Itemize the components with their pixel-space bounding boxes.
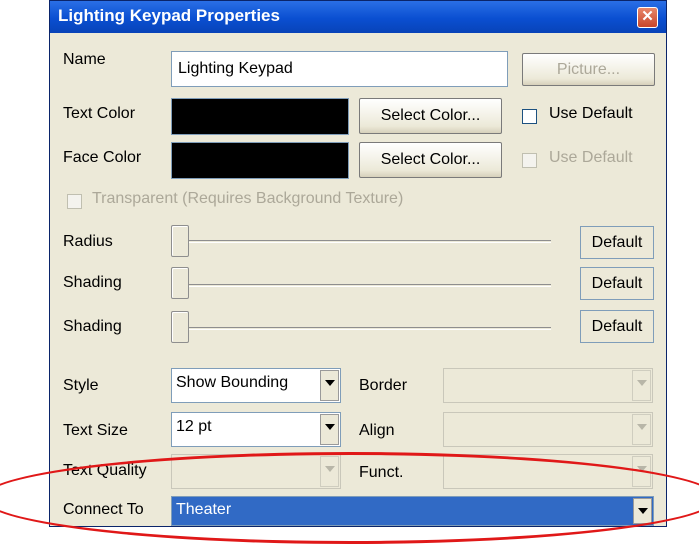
chevron-down-icon[interactable] <box>633 498 652 524</box>
shading-slider-thumb[interactable] <box>171 267 189 299</box>
style-dropdown-value: Show Bounding <box>176 374 289 391</box>
shading-label: Shading <box>63 274 122 291</box>
text-size-label: Text Size <box>63 422 128 439</box>
shading-2-slider-track[interactable] <box>179 327 551 330</box>
name-label: Name <box>63 51 106 68</box>
face-color-swatch <box>171 142 349 179</box>
style-label: Style <box>63 377 99 394</box>
text-color-use-default-label: Use Default <box>549 105 633 122</box>
text-color-swatch <box>171 98 349 135</box>
radius-slider-track[interactable] <box>179 240 551 243</box>
name-input[interactable]: Lighting Keypad <box>171 51 508 87</box>
face-color-label: Face Color <box>63 149 142 166</box>
face-color-select-button[interactable]: Select Color... <box>359 142 502 178</box>
border-label: Border <box>359 377 408 394</box>
close-icon[interactable]: ✕ <box>637 7 658 28</box>
title-bar[interactable]: Lighting Keypad Properties ✕ <box>50 1 666 33</box>
chevron-down-icon[interactable] <box>320 414 339 445</box>
connect-to-label: Connect To <box>63 501 144 518</box>
shading-2-label: Shading <box>63 318 122 335</box>
shading-2-slider-thumb[interactable] <box>171 311 189 343</box>
border-dropdown[interactable] <box>443 368 653 403</box>
chevron-down-icon[interactable] <box>632 370 651 401</box>
shading-slider-track[interactable] <box>179 284 551 287</box>
transparent-label: Transparent (Requires Background Texture… <box>92 190 404 207</box>
shading-default-button[interactable]: Default <box>580 267 654 300</box>
text-quality-label: Text Quality <box>63 462 147 479</box>
align-label: Align <box>359 422 395 439</box>
connect-to-dropdown[interactable]: Theater <box>171 496 654 526</box>
text-color-use-default-checkbox[interactable] <box>522 109 537 124</box>
chevron-down-icon[interactable] <box>632 414 651 445</box>
shading-2-default-button[interactable]: Default <box>580 310 654 343</box>
text-size-dropdown[interactable]: 12 pt <box>171 412 341 447</box>
transparent-checkbox[interactable] <box>67 194 82 209</box>
text-size-dropdown-value: 12 pt <box>176 418 212 435</box>
align-dropdown[interactable] <box>443 412 653 447</box>
text-color-select-button[interactable]: Select Color... <box>359 98 502 134</box>
funct-label: Funct. <box>359 464 404 481</box>
dialog-title: Lighting Keypad Properties <box>58 6 280 25</box>
text-quality-dropdown[interactable] <box>171 454 341 489</box>
picture-button[interactable]: Picture... <box>522 53 655 86</box>
chevron-down-icon[interactable] <box>320 370 339 401</box>
face-color-use-default-label: Use Default <box>549 149 633 166</box>
chevron-down-icon[interactable] <box>632 456 651 487</box>
radius-default-button[interactable]: Default <box>580 226 654 259</box>
face-color-use-default-checkbox[interactable] <box>522 153 537 168</box>
radius-slider-thumb[interactable] <box>171 225 189 257</box>
text-color-label: Text Color <box>63 105 136 122</box>
style-dropdown[interactable]: Show Bounding <box>171 368 341 403</box>
funct-dropdown[interactable] <box>443 454 653 489</box>
chevron-down-icon[interactable] <box>320 456 339 487</box>
name-input-value: Lighting Keypad <box>178 60 293 77</box>
connect-to-dropdown-value: Theater <box>176 501 232 518</box>
properties-dialog: Lighting Keypad Properties ✕ Name Lighti… <box>49 0 667 527</box>
radius-label: Radius <box>63 233 113 250</box>
